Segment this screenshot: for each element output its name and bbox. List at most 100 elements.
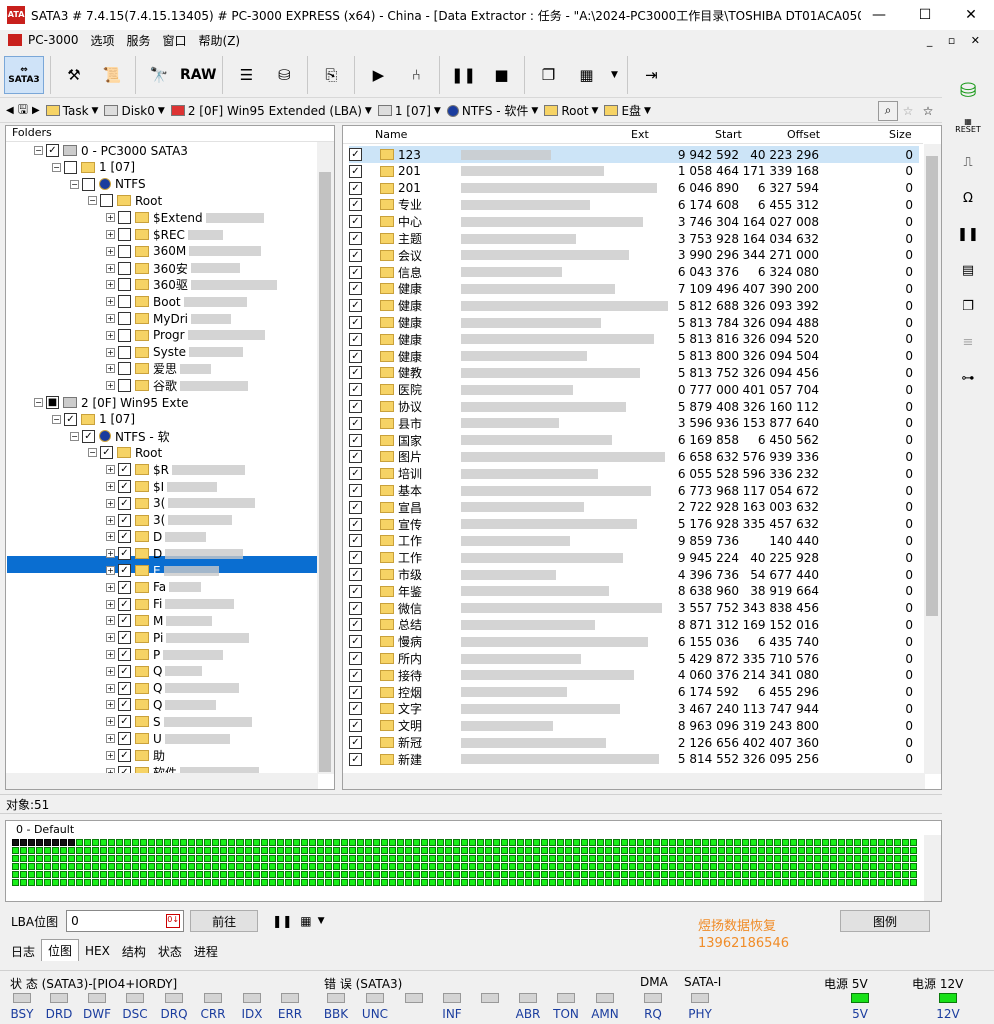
row-checkbox[interactable]: ✓ [349, 316, 362, 329]
node-checkbox[interactable] [118, 261, 131, 275]
list-item[interactable]: ✓ 市级 4 396 736 54 677 440 0 [349, 566, 919, 583]
node-checkbox[interactable] [118, 312, 131, 325]
tree-node[interactable]: + ✓ Q [106, 696, 217, 713]
row-checkbox[interactable]: ✓ [349, 618, 362, 632]
lba-map-grid[interactable] [12, 839, 917, 893]
expand-toggle-icon[interactable]: + [106, 465, 115, 475]
expand-toggle-icon[interactable]: + [106, 515, 115, 525]
breadcrumb-volume[interactable]: 1 [07] ▼ [377, 104, 441, 118]
list-item[interactable]: ✓ 文明 8 963 096 319 243 800 0 [349, 717, 919, 734]
list-item[interactable]: ✓ 健康 7 109 496 407 390 200 0 [349, 280, 919, 297]
expand-toggle-icon[interactable]: − [70, 431, 79, 441]
row-checkbox[interactable]: ✓ [349, 349, 362, 363]
tree-node[interactable]: + ✓ D [106, 528, 207, 545]
node-checkbox[interactable]: ✓ [118, 513, 131, 527]
row-checkbox[interactable]: ✓ [349, 752, 362, 766]
list-item[interactable]: ✓ 控烟 6 174 592 6 455 296 0 [349, 684, 919, 701]
menu-options[interactable]: 选项 [84, 32, 120, 49]
legend-button[interactable]: 图例 [840, 910, 930, 932]
tree-node[interactable]: + $REC [106, 226, 223, 243]
tree-node[interactable]: − ✓ NTFS - 软 [70, 428, 170, 445]
expand-toggle-icon[interactable]: + [106, 717, 115, 727]
node-checkbox[interactable]: ✓ [118, 564, 131, 577]
tree-node[interactable]: − Root [88, 192, 162, 209]
tab-3[interactable]: 结构 [116, 941, 152, 961]
exit-icon[interactable]: ⇥ [634, 56, 668, 94]
node-checkbox[interactable]: ✓ [118, 580, 131, 594]
node-checkbox[interactable] [82, 177, 95, 191]
stop-icon[interactable]: ■ [484, 56, 518, 94]
node-checkbox[interactable]: ✓ [118, 732, 131, 745]
list-item[interactable]: ✓ 接待 4 060 376 214 341 080 0 [349, 667, 919, 684]
node-checkbox[interactable] [118, 345, 131, 359]
display-icon[interactable]: ▦ [569, 56, 603, 94]
row-checkbox[interactable]: ✓ [349, 450, 362, 464]
node-checkbox[interactable] [118, 211, 131, 225]
row-checkbox[interactable]: ✓ [349, 248, 362, 262]
breadcrumb-root[interactable]: Root ▼ [544, 104, 598, 118]
tree-node[interactable]: + Syste [106, 344, 244, 361]
expand-toggle-icon[interactable]: + [106, 599, 115, 609]
reset-icon[interactable]: ▦ RESET [948, 110, 988, 142]
row-checkbox[interactable]: ✓ [349, 500, 362, 514]
list-item[interactable]: ✓ 图片 6 658 632 576 939 336 0 [349, 448, 919, 465]
pause-icon[interactable]: ❚❚ [446, 56, 480, 94]
column-offset[interactable]: Offset [787, 128, 820, 141]
row-checkbox[interactable]: ✓ [349, 164, 362, 178]
node-checkbox[interactable] [118, 244, 131, 258]
tree-node[interactable]: + MyDri [106, 310, 231, 327]
row-checkbox[interactable]: ✓ [349, 433, 362, 447]
node-checkbox[interactable] [100, 194, 113, 208]
row-checkbox[interactable]: ✓ [349, 148, 362, 161]
raw-button[interactable]: RAW [180, 56, 216, 94]
expand-toggle-icon[interactable]: − [52, 162, 61, 172]
expand-toggle-icon[interactable]: + [106, 230, 115, 239]
node-checkbox[interactable]: ✓ [118, 530, 131, 544]
expand-toggle-icon[interactable]: + [106, 683, 115, 693]
list-item[interactable]: ✓ 慢病 6 155 036 6 435 740 0 [349, 633, 919, 650]
row-checkbox[interactable]: ✓ [349, 702, 362, 716]
chevron-down-icon[interactable]: ▼ [607, 56, 621, 94]
node-checkbox[interactable] [118, 228, 131, 241]
tree-node[interactable]: + ✓ M [106, 612, 213, 629]
connector-icon[interactable]: ⊶ [948, 362, 988, 394]
tab-0[interactable]: 日志 [5, 941, 41, 961]
tree-node[interactable]: + ✓ D [106, 545, 244, 562]
list-item[interactable]: ✓ 会议 3 990 296 344 271 000 0 [349, 247, 919, 264]
tree-node[interactable]: − ✓ 1 [07] [52, 411, 135, 428]
copy-icon[interactable]: ❐ [531, 56, 565, 94]
tree-horizontal-scrollbar[interactable] [6, 773, 318, 789]
maximize-button[interactable]: ☐ [902, 0, 948, 30]
list-item[interactable]: ✓ 文字 3 467 240 113 747 944 0 [349, 700, 919, 717]
tree-node[interactable]: + ✓ P [106, 646, 224, 663]
expand-toggle-icon[interactable]: + [106, 297, 115, 307]
favorite-icon[interactable]: ☆ [918, 104, 938, 118]
expand-toggle-icon[interactable]: + [106, 263, 115, 273]
scroll-thumb[interactable] [319, 172, 331, 772]
list-item[interactable]: ✓ 主题 3 753 928 164 034 632 0 [349, 230, 919, 247]
tree-node[interactable]: + ✓ $I [106, 478, 218, 495]
expand-toggle-icon[interactable]: + [106, 213, 115, 223]
expand-toggle-icon[interactable]: + [106, 314, 115, 323]
column-name[interactable]: Name [375, 128, 407, 141]
node-checkbox[interactable]: ✓ [118, 597, 131, 611]
hex-toggle-icon[interactable]: 0↓ [166, 914, 181, 928]
expand-toggle-icon[interactable]: + [106, 364, 115, 374]
forward-arrow-icon[interactable]: ▶ [32, 105, 40, 116]
expand-toggle-icon[interactable]: + [106, 549, 115, 559]
tab-1[interactable]: 位图 [41, 939, 80, 961]
tree-node[interactable]: + Boot [106, 293, 247, 310]
tree-node[interactable]: + ✓ 3( [106, 495, 256, 512]
list-item[interactable]: ✓ 健康 5 812 688 326 093 392 0 [349, 297, 919, 314]
row-checkbox[interactable]: ✓ [349, 181, 362, 195]
tree-node[interactable]: + ✓ Q [106, 663, 203, 680]
node-checkbox[interactable]: ✓ [118, 463, 131, 477]
list-item[interactable]: ✓ 宣昌 2 722 928 163 003 632 0 [349, 499, 919, 516]
tree-node[interactable]: + ✓ Pi [106, 629, 250, 646]
row-checkbox[interactable]: ✓ [349, 719, 362, 733]
node-checkbox[interactable]: ✓ [118, 648, 131, 661]
node-checkbox[interactable]: ✓ [118, 496, 131, 510]
node-checkbox[interactable] [118, 328, 131, 342]
list-item[interactable]: ✓ 年鉴 8 638 960 38 919 664 0 [349, 583, 919, 600]
tree-node[interactable]: − ✓ 0 - PC3000 SATA3 [34, 142, 188, 159]
